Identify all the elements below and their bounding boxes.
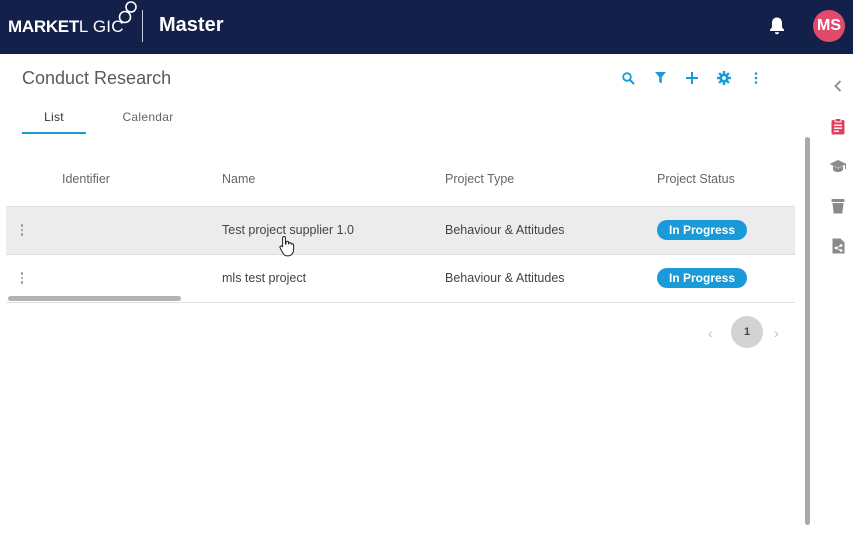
status-badge: In Progress	[657, 268, 748, 288]
user-avatar[interactable]: MS	[813, 10, 845, 42]
table-header: Identifier Name Project Type Project Sta…	[6, 160, 795, 207]
vertical-scrollbar[interactable]	[805, 137, 810, 525]
logo-text-market: MARKET	[8, 17, 79, 36]
bell-icon[interactable]	[768, 16, 786, 36]
logo-separator	[142, 10, 143, 42]
column-header-identifier[interactable]: Identifier	[62, 172, 110, 186]
column-header-name[interactable]: Name	[222, 172, 255, 186]
top-bar: MARKET L GIC Master MS	[0, 0, 853, 54]
row-menu-icon[interactable]	[20, 224, 24, 238]
graduation-cap-icon[interactable]	[828, 156, 848, 176]
logo-text-logic: L GIC	[79, 1, 137, 37]
status-badge: In Progress	[657, 220, 748, 240]
hand-cursor-icon	[279, 235, 295, 257]
column-header-project-type[interactable]: Project Type	[445, 172, 514, 186]
cell-project-type: Behaviour & Attitudes	[445, 271, 565, 285]
cup-icon[interactable]	[828, 196, 848, 216]
gear-icon[interactable]	[716, 70, 732, 86]
logo-mark-icon	[118, 1, 137, 24]
view-tabs: List Calendar	[22, 108, 178, 134]
more-vertical-icon[interactable]	[748, 70, 764, 86]
cell-project-type: Behaviour & Attitudes	[445, 223, 565, 237]
marketlogic-logo[interactable]: MARKET L GIC	[8, 1, 137, 46]
next-page-icon[interactable]: ›	[774, 325, 786, 341]
table-row[interactable]: Test project supplier 1.0 Behaviour & At…	[6, 207, 795, 257]
projects-table: Identifier Name Project Type Project Sta…	[6, 160, 795, 303]
toolbar	[620, 70, 780, 86]
app-title: Master	[159, 14, 224, 36]
plus-icon[interactable]	[684, 70, 700, 86]
page-title: Conduct Research	[22, 68, 172, 88]
chevron-left-icon[interactable]	[828, 76, 848, 96]
filter-icon[interactable]	[652, 70, 668, 86]
horizontal-scrollbar[interactable]	[8, 296, 181, 301]
search-icon[interactable]	[620, 70, 636, 86]
clipboard-icon[interactable]	[828, 116, 848, 136]
document-share-icon[interactable]	[828, 236, 848, 256]
prev-page-icon[interactable]: ‹	[708, 325, 720, 341]
page-number-current[interactable]: 1	[731, 316, 763, 348]
tab-calendar[interactable]: Calendar	[118, 108, 178, 134]
row-menu-icon[interactable]	[20, 272, 24, 286]
tab-list[interactable]: List	[22, 108, 86, 134]
column-header-project-status[interactable]: Project Status	[657, 172, 735, 186]
cell-name[interactable]: mls test project	[222, 271, 306, 285]
